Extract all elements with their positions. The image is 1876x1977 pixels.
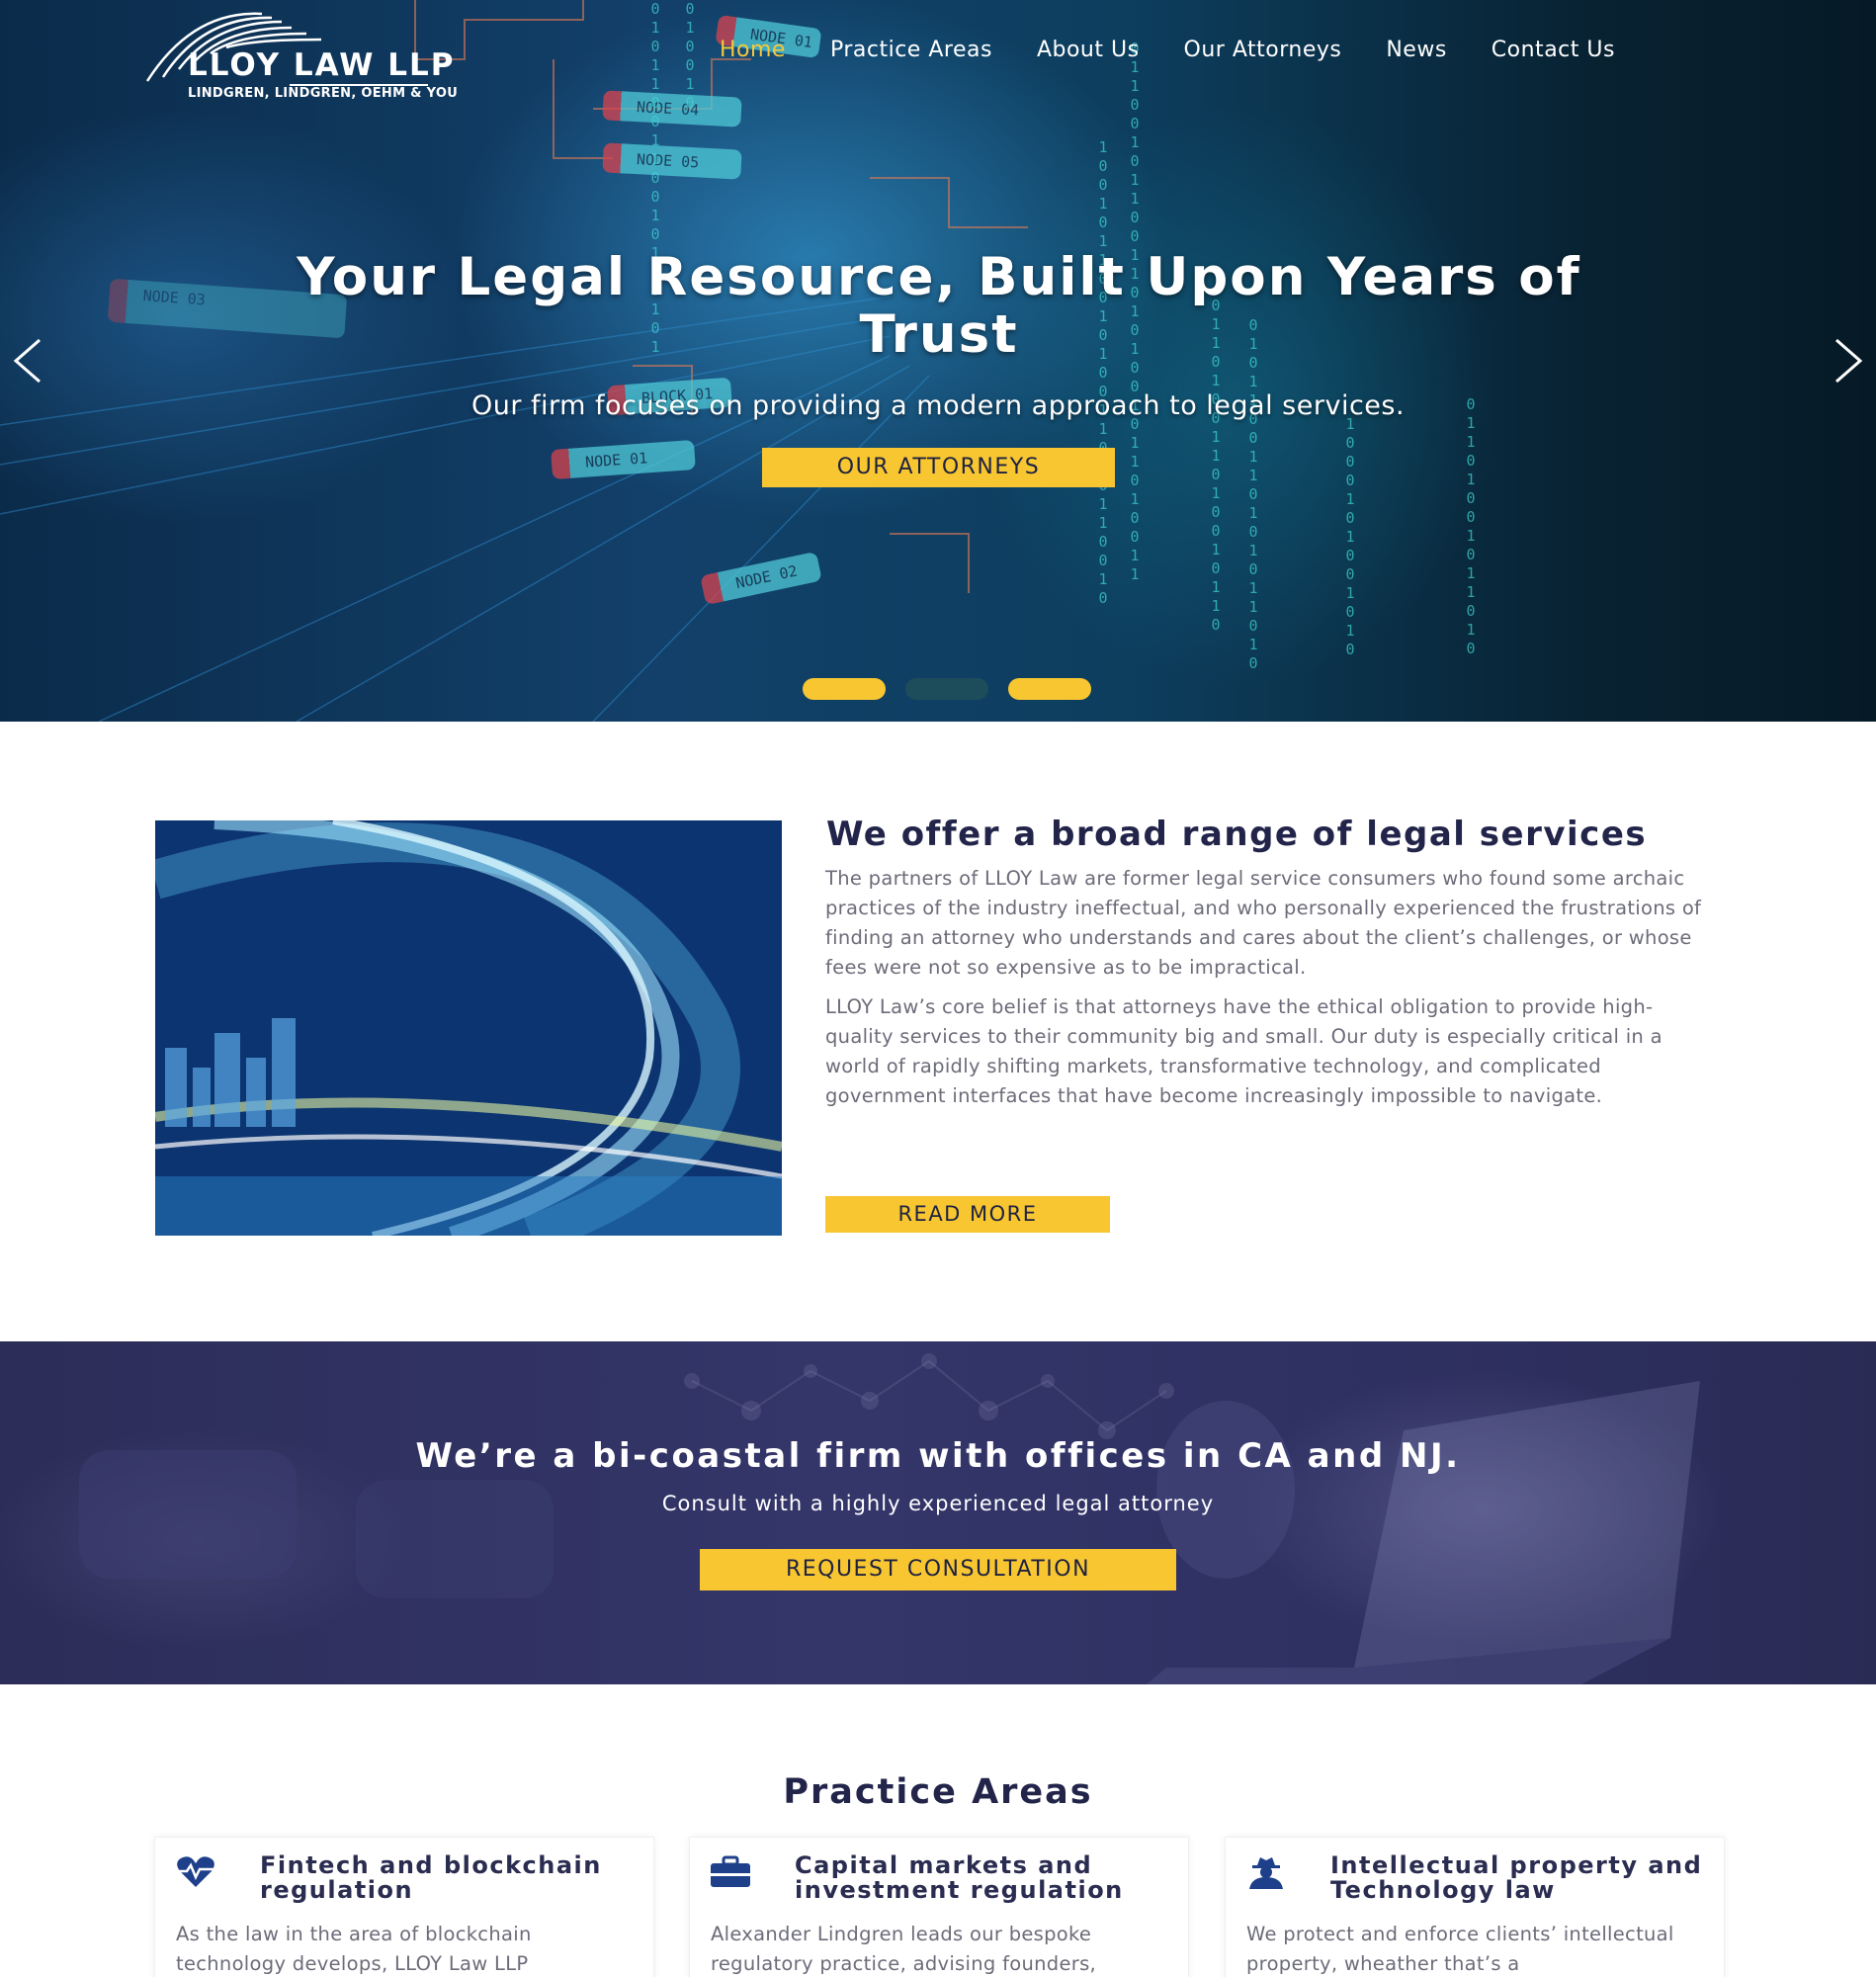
about-title: We offer a broad range of legal services	[826, 815, 1648, 854]
nav-our-attorneys[interactable]: Our Attorneys	[1184, 38, 1342, 62]
binary-stream: 1000101001010	[1345, 415, 1355, 658]
practice-card[interactable]: Intellectual property and Technology law…	[1225, 1837, 1725, 1977]
slider-prev-button[interactable]	[10, 336, 49, 386]
slider-dot[interactable]	[803, 678, 886, 700]
binary-stream: 0101100110010110101	[650, 0, 660, 356]
practice-card-text: As the law in the area of blockchain tec…	[176, 1923, 532, 1975]
nav-contact-us[interactable]: Contact Us	[1492, 38, 1615, 62]
nav-practice-areas[interactable]: Practice Areas	[830, 38, 992, 62]
about-paragraph: The partners of LLOY Law are former lega…	[825, 867, 1702, 979]
hero-slider: NODE 01 NODE 04 NODE 05 BLOCK 01 NODE 01…	[0, 0, 1876, 722]
site-logo[interactable]: LLOY LAW LLP LINDGREN, LINDGREN, OEHM & …	[143, 10, 474, 104]
practice-card-text: We protect and enforce clients’ intellec…	[1246, 1923, 1674, 1975]
binary-stream: 010010	[685, 0, 695, 112]
nav-news[interactable]: News	[1386, 38, 1446, 62]
about-image	[155, 820, 782, 1236]
slider-pagination	[803, 678, 1091, 700]
slider-dot[interactable]	[905, 678, 988, 700]
chevron-left-icon	[13, 338, 41, 384]
read-more-button[interactable]: READ MORE	[825, 1196, 1110, 1233]
practice-card-text: Alexander Lindgren leads our bespoke reg…	[711, 1923, 1097, 1975]
banner-title: We’re a bi-coastal firm with offices in …	[415, 1436, 1461, 1476]
hero-subtitle: Our firm focuses on providing a modern a…	[470, 390, 1406, 421]
binary-stream: 01101001011010	[1466, 395, 1476, 657]
nav-home[interactable]: Home	[720, 38, 786, 62]
slider-next-button[interactable]	[1827, 336, 1866, 386]
briefcase-icon	[711, 1855, 750, 1887]
banner-subtitle: Consult with a highly experienced legal …	[661, 1492, 1215, 1515]
hero-title: Your Legal Resource, Built Upon Years of…	[297, 247, 1581, 365]
practice-areas-title: Practice Areas	[783, 1772, 1093, 1812]
practice-card-title: Capital markets and investment regulatio…	[795, 1851, 1124, 1904]
consultation-banner: We’re a bi-coastal firm with offices in …	[0, 1341, 1876, 1684]
light-trails-illustration	[155, 820, 782, 1236]
binary-stream: 0101100110101011010	[1248, 316, 1258, 672]
request-consultation-button[interactable]: REQUEST CONSULTATION	[700, 1549, 1176, 1590]
heartbeat-icon	[177, 1856, 214, 1887]
practice-card-title: Fintech and blockchain regulation	[260, 1851, 602, 1904]
main-nav: Home Practice Areas About Us Our Attorne…	[720, 38, 1615, 62]
slider-dot[interactable]	[1008, 678, 1091, 700]
user-secret-icon	[1249, 1857, 1283, 1889]
about-paragraph: LLOY Law’s core belief is that attorneys…	[825, 995, 1663, 1107]
nav-about-us[interactable]: About Us	[1037, 38, 1140, 62]
practice-card[interactable]: Capital markets and investment regulatio…	[689, 1837, 1189, 1977]
binary-stream: 01100101100110101001011010011	[1130, 40, 1140, 583]
logo-subtitle: LINDGREN, LINDGREN, OEHM & YOU	[188, 86, 459, 101]
practice-card-title: Intellectual property and Technology law	[1330, 1851, 1703, 1904]
our-attorneys-button[interactable]: OUR ATTORNEYS	[762, 448, 1115, 487]
chevron-right-icon	[1835, 338, 1863, 384]
practice-card[interactable]: Fintech and blockchain regulation As the…	[154, 1837, 654, 1977]
logo-name: LLOY LAW LLP	[188, 47, 456, 83]
